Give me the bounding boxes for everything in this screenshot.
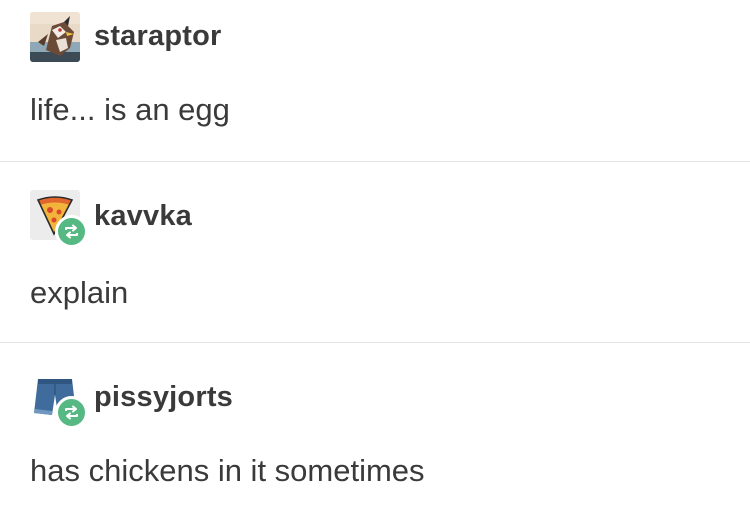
post-staraptor: staraptor life... is an egg [0,0,750,161]
reblog-badge [55,215,88,248]
staraptor-bird-avatar[interactable] [30,12,80,62]
post-text: explain [30,275,129,310]
bird-icon [30,12,80,62]
post-text: has chickens in it sometimes [30,453,425,488]
username[interactable]: pissyjorts [94,381,233,414]
reblog-badge [55,396,88,429]
reblog-icon [65,405,78,420]
post-text: life... is an egg [30,92,230,127]
post-pissyjorts: pissyjorts has chickens in it sometimes [0,343,750,516]
username[interactable]: kavvka [94,200,192,233]
reblog-icon [65,224,78,239]
post-kavvka: kavvka explain [0,162,750,342]
username[interactable]: staraptor [94,20,222,53]
